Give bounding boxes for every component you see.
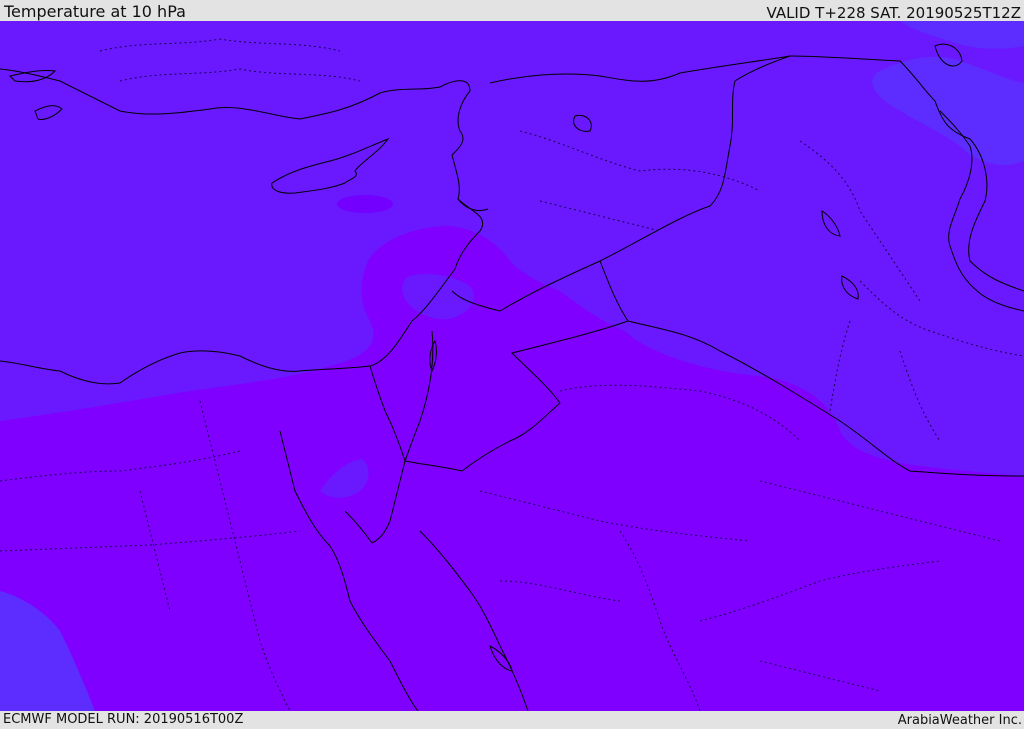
map-title: Temperature at 10 hPa — [4, 2, 186, 21]
header-bar: Temperature at 10 hPa VALID T+228 SAT. 2… — [0, 0, 1024, 21]
model-run-label: ECMWF MODEL RUN: 20190516T00Z — [3, 712, 244, 727]
cool-spot-cyprus — [337, 195, 393, 213]
temperature-map — [0, 21, 1024, 711]
map-canvas — [0, 21, 1024, 711]
valid-time: VALID T+228 SAT. 20190525T12Z — [766, 4, 1021, 22]
credit-label: ArabiaWeather Inc. — [897, 713, 1022, 728]
footer-bar: ECMWF MODEL RUN: 20190516T00Z ArabiaWeat… — [0, 711, 1024, 729]
